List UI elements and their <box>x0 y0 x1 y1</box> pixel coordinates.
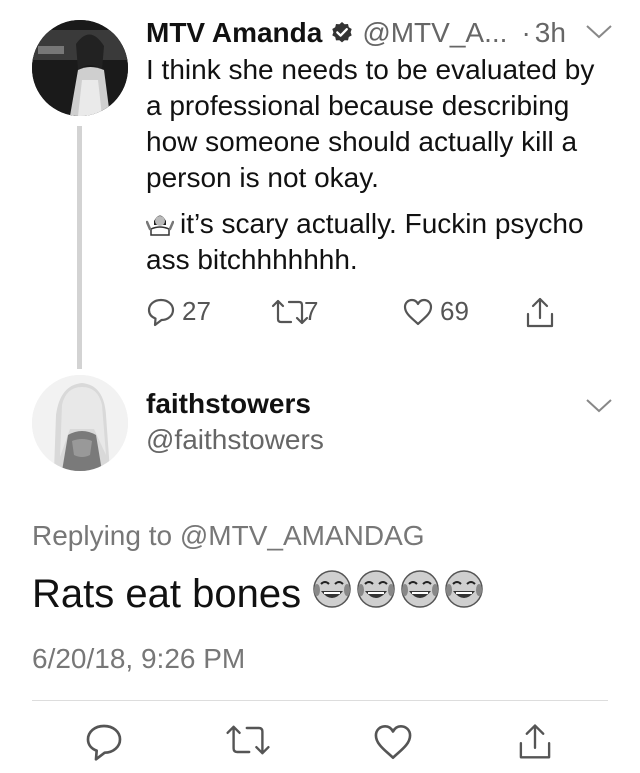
retweet-icon <box>224 722 272 758</box>
reply-button[interactable]: 27 <box>146 296 211 327</box>
like-count: 69 <box>440 296 469 326</box>
separator-dot: · <box>521 17 531 48</box>
reply-count: 27 <box>182 296 211 326</box>
retweet-button[interactable] <box>224 722 272 758</box>
tweet-text-line-2: it’s scary actually. Fuckin psycho ass b… <box>146 208 584 275</box>
heart-icon <box>372 722 414 762</box>
handle[interactable]: @MTV_A... <box>362 17 507 49</box>
display-name[interactable]: faithstowers <box>146 388 311 420</box>
heart-icon <box>402 297 434 327</box>
share-button[interactable] <box>524 296 556 330</box>
tweet-text: Rats eat bones <box>32 571 302 616</box>
replying-to-line: Replying to @MTV_AMANDAG <box>32 520 425 552</box>
share-button[interactable] <box>516 722 554 762</box>
replying-to-label: Replying to <box>32 520 173 551</box>
like-button[interactable]: 69 <box>402 296 469 327</box>
face-with-tears-of-joy-emoji <box>399 568 443 620</box>
tweet-text-paragraph-1: I think she needs to be evaluated by a p… <box>146 54 595 193</box>
reply-icon <box>84 722 124 762</box>
main-tweet-text: Rats eat bones <box>32 568 487 620</box>
chevron-down-icon[interactable] <box>584 22 614 47</box>
timestamp[interactable]: 3h <box>535 17 566 49</box>
face-with-tears-of-joy-emoji <box>355 568 399 620</box>
verified-badge-icon <box>330 21 354 45</box>
handle[interactable]: @faithstowers <box>146 424 324 456</box>
tweet-timestamp[interactable]: 6/20/18, 9:26 PM <box>32 643 245 675</box>
face-with-tears-of-joy-emoji <box>443 568 487 620</box>
share-icon <box>524 296 556 330</box>
thread-connector-line <box>77 126 82 369</box>
person-shrugging-emoji <box>145 209 175 237</box>
chevron-down-icon[interactable] <box>584 396 614 421</box>
emoji-group <box>311 568 487 620</box>
divider <box>32 700 608 701</box>
parent-tweet-actions: 27 7 69 <box>146 296 576 332</box>
display-name[interactable]: MTV Amanda <box>146 17 322 49</box>
avatar-mtv-amanda[interactable] <box>32 20 128 116</box>
retweet-count: 7 <box>304 296 319 326</box>
like-button[interactable] <box>372 722 414 762</box>
retweet-button[interactable]: 7 <box>270 296 318 327</box>
face-with-tears-of-joy-emoji <box>311 568 355 620</box>
reply-icon <box>146 297 176 327</box>
reply-button[interactable] <box>84 722 124 762</box>
parent-tweet-text: I think she needs to be evaluated by a p… <box>145 52 606 278</box>
replying-to-handle[interactable]: @MTV_AMANDAG <box>180 520 425 551</box>
avatar-faithstowers[interactable] <box>32 375 128 471</box>
parent-tweet-header: MTV Amanda @MTV_A... · 3h <box>146 14 566 52</box>
share-icon <box>516 722 554 762</box>
tweet-text-paragraph-2: it’s scary actually. Fuckin psycho ass b… <box>145 206 606 278</box>
